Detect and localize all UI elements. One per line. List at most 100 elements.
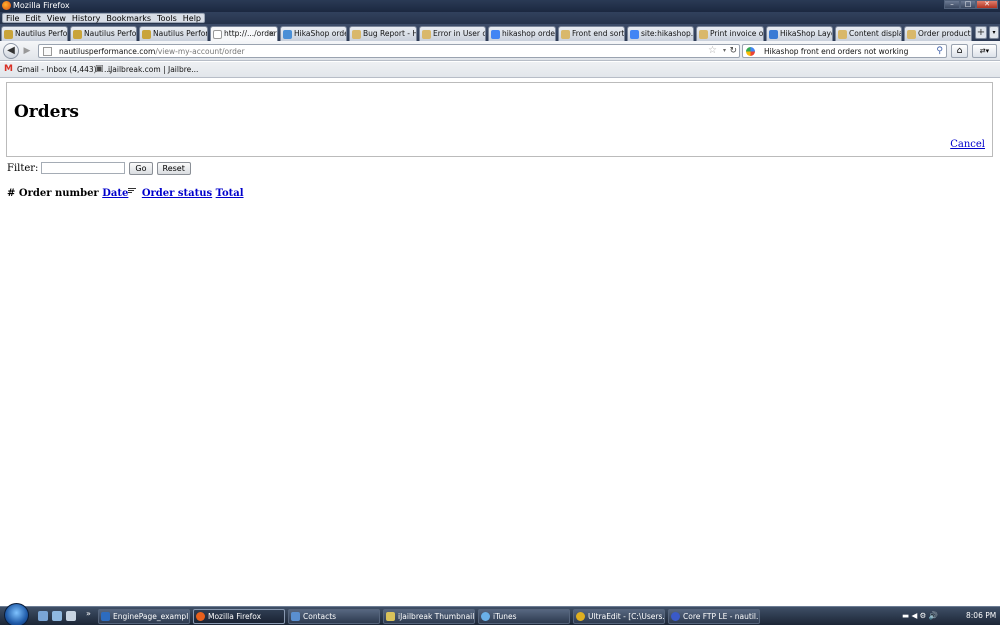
tab-label: Nautilus Perfor...	[153, 29, 208, 38]
tab-label: Error in User co...	[433, 29, 485, 38]
firefox-icon	[196, 612, 205, 621]
browser-tab[interactable]: Order product ...	[904, 26, 972, 41]
url-text[interactable]: nautilusperformance.com/view-my-account/…	[59, 46, 245, 57]
menu-file[interactable]: File	[3, 14, 22, 23]
tab-label: Nautilus Perfor...	[15, 29, 68, 38]
browser-tab[interactable]: Nautilus Perfor...	[1, 26, 68, 41]
google-search-engine-icon[interactable]	[746, 47, 755, 56]
browser-tab[interactable]: Front end sort ...	[558, 26, 625, 41]
taskbar-item[interactable]: iTunes	[478, 609, 570, 624]
tab-favicon-icon	[907, 30, 916, 39]
reload-icon[interactable]: ↻	[729, 45, 737, 57]
browser-tab[interactable]: Nautilus Perfor...	[70, 26, 137, 41]
column-order-status-sort-link[interactable]: Order status	[142, 188, 212, 199]
search-go-icon[interactable]: ⚲	[936, 45, 943, 57]
browser-tab[interactable]: Bug Report - H...	[349, 26, 417, 41]
tab-favicon-icon	[699, 30, 708, 39]
coreftp-icon	[671, 612, 680, 621]
cancel-link[interactable]: Cancel	[950, 139, 985, 150]
taskbar-item-label: Core FTP LE - nautil...	[683, 612, 760, 621]
show-desktop-icon[interactable]	[38, 611, 48, 621]
back-button[interactable]: ◀	[3, 43, 19, 59]
quick-launch-more-icon[interactable]: »	[86, 609, 91, 618]
menu-help[interactable]: Help	[180, 14, 204, 23]
ijailbreak-icon: ▣	[95, 64, 104, 74]
taskbar-item-active[interactable]: Mozilla Firefox	[193, 609, 285, 624]
taskbar-item[interactable]: Core FTP LE - nautil...	[668, 609, 760, 624]
browser-tab[interactable]: Content displa...	[835, 26, 902, 41]
page-content: Orders Cancel Filter: Go Reset # Order n…	[0, 79, 1000, 606]
browser-tab[interactable]: HikaShop orde...	[280, 26, 347, 41]
tab-label: Content displa...	[849, 29, 901, 38]
column-total-sort-link[interactable]: Total	[216, 188, 244, 199]
taskbar-item[interactable]: UltraEdit - [C:\Users...	[573, 609, 665, 624]
windows-taskbar: » EnginePage_exampl... Mozilla Firefox C…	[0, 603, 1000, 625]
tab-favicon-icon	[630, 30, 639, 39]
taskbar-item[interactable]: iJailbreak Thumbnails	[383, 609, 475, 624]
search-bar[interactable]: Hikashop front end orders not working ⚲	[742, 44, 947, 58]
column-order-number: Order number	[18, 188, 99, 199]
taskbar-app-icon	[101, 612, 110, 621]
menu-bookmarks[interactable]: Bookmarks	[103, 14, 154, 23]
tab-favicon-icon	[213, 30, 222, 39]
reset-button[interactable]: Reset	[156, 161, 191, 175]
switch-windows-icon[interactable]	[52, 611, 62, 621]
sort-desc-icon	[128, 188, 137, 194]
menu-tools[interactable]: Tools	[154, 14, 180, 23]
url-history-dropdown-icon[interactable]: ▾	[723, 45, 726, 57]
tab-list-dropdown-icon[interactable]: ▾	[989, 26, 999, 39]
tab-label: hikashop order...	[502, 29, 555, 38]
tab-favicon-icon	[838, 30, 847, 39]
home-button[interactable]: ⌂	[951, 44, 968, 58]
tab-label: HikaShop Layo...	[780, 29, 832, 38]
taskbar-item-label: Mozilla Firefox	[208, 612, 262, 621]
search-input[interactable]: Hikashop front end orders not working	[764, 46, 908, 57]
browser-tab[interactable]: site:hikashop.c...	[627, 26, 694, 41]
maximize-button[interactable]: □	[960, 0, 976, 9]
bookmark-star-icon[interactable]: ☆	[708, 45, 717, 57]
go-button[interactable]: Go	[129, 161, 153, 175]
navigation-toolbar: ◀ ▶ nautilusperformance.com/view-my-acco…	[0, 41, 1000, 61]
orders-table-header: # Order number Date Order status Total	[7, 188, 244, 199]
forward-button[interactable]: ▶	[21, 45, 33, 57]
gmail-icon: M	[4, 64, 13, 74]
window-title-bar: Mozilla Firefox – □ ✕	[0, 0, 1000, 12]
minimize-button[interactable]: –	[944, 0, 960, 9]
site-identity-icon[interactable]	[43, 47, 52, 56]
clock[interactable]: 8:06 PM	[966, 610, 996, 622]
browser-tab[interactable]: Error in User co...	[419, 26, 486, 41]
taskbar-item-label: EnginePage_exampl...	[113, 612, 190, 621]
close-tab-icon[interactable]: ×	[268, 27, 275, 40]
taskbar-item[interactable]: Contacts	[288, 609, 380, 624]
browser-tab[interactable]: Print invoice o...	[696, 26, 764, 41]
tab-favicon-icon	[352, 30, 361, 39]
addon-toolbar-button[interactable]: ⇄▾	[972, 44, 997, 58]
quick-launch-app-icon[interactable]	[66, 611, 76, 621]
filter-input[interactable]	[41, 162, 126, 174]
taskbar-item[interactable]: EnginePage_exampl...	[98, 609, 190, 624]
start-button[interactable]	[4, 603, 29, 625]
tab-label: Print invoice o...	[710, 29, 764, 38]
contacts-icon	[291, 612, 300, 621]
tab-favicon-icon	[422, 30, 431, 39]
tab-strip: Nautilus Perfor... Nautilus Perfor... Na…	[0, 24, 1000, 41]
tray-icons[interactable]: ▬ ◀ ⚙ 🔊	[902, 610, 938, 622]
close-window-button[interactable]: ✕	[976, 0, 998, 9]
tab-label: Front end sort ...	[572, 29, 625, 38]
bookmarks-toolbar: M Gmail - Inbox (4,443) - ... ▣ iJailbreak…	[0, 62, 1000, 78]
url-host: nautilusperformance.com	[59, 47, 156, 56]
tab-favicon-icon	[769, 30, 778, 39]
url-bar[interactable]: nautilusperformance.com/view-my-account/…	[38, 44, 740, 58]
new-tab-button[interactable]: +	[975, 26, 987, 39]
browser-tab-active[interactable]: http://.../order ×	[210, 26, 278, 41]
itunes-icon	[481, 612, 490, 621]
menu-view[interactable]: View	[44, 14, 69, 23]
taskbar-item-label: iJailbreak Thumbnails	[398, 612, 475, 621]
browser-tab[interactable]: Nautilus Perfor...	[139, 26, 208, 41]
browser-tab[interactable]: HikaShop Layo...	[766, 26, 833, 41]
menu-edit[interactable]: Edit	[22, 14, 44, 23]
bookmark-ijailbreak[interactable]: ▣ iJailbreak.com | Jailbre...	[95, 64, 198, 75]
menu-history[interactable]: History	[69, 14, 103, 23]
browser-tab[interactable]: hikashop order...	[488, 26, 556, 41]
column-date-sort-link[interactable]: Date	[102, 188, 128, 199]
